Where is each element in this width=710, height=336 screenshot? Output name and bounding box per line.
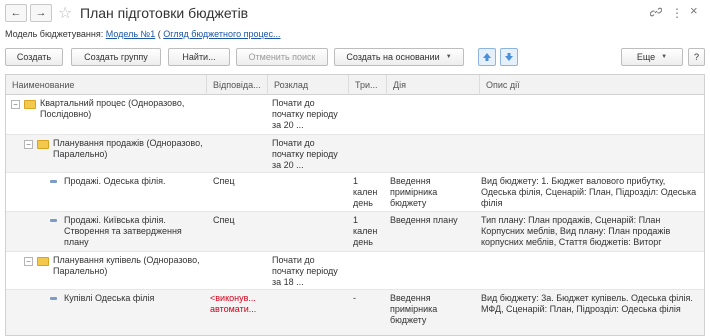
budget-plan-table: Наименование Відповіда... Розклад Три...…: [5, 74, 705, 336]
table-row[interactable]: − Планування купівель (Одноразово, Парал…: [6, 252, 704, 290]
close-icon[interactable]: ×: [690, 3, 698, 18]
row-action: Введення примірника бюджету: [390, 176, 438, 208]
collapse-icon[interactable]: −: [11, 100, 20, 109]
row-name: Планування продажів (Одноразово, Паралел…: [53, 138, 203, 159]
row-schedule: Почати до початку періоду за 20 ...: [272, 138, 338, 170]
forward-arrow-icon: →: [35, 7, 47, 19]
row-schedule: Почати до початку періоду за 20 ...: [272, 98, 338, 130]
paren-open: (: [157, 29, 161, 39]
column-header-schedule[interactable]: Розклад: [268, 75, 349, 95]
budget-process-overview-link[interactable]: Огляд бюджетного процес...: [163, 29, 280, 39]
row-description: Тип плану: План продажів, Сценарій: План…: [481, 215, 671, 247]
table-row[interactable]: − Квартальний процес (Одноразово, Послід…: [6, 95, 704, 135]
table-row[interactable]: − Планування продажів (Одноразово, Парал…: [6, 135, 704, 173]
row-action: Введення примірника бюджету: [390, 293, 438, 325]
page-title: План підготовки бюджетів: [80, 5, 249, 21]
table-row[interactable]: Продажі. Київська філія. Створення та за…: [6, 212, 704, 252]
model-link[interactable]: Модель №1: [106, 29, 155, 39]
cancel-search-button[interactable]: Отменить поиск: [236, 48, 328, 66]
create-label: Создать: [16, 52, 52, 62]
create-group-label: Создать группу: [84, 52, 148, 62]
table-row[interactable]: Купівлі Одеська філія <виконув... автома…: [6, 290, 704, 335]
arrow-up-icon: [483, 53, 491, 61]
forward-button[interactable]: →: [30, 4, 52, 22]
row-action: Введення плану: [390, 215, 458, 225]
column-header-duration[interactable]: Три...: [349, 75, 387, 95]
folder-icon: [37, 257, 49, 266]
dropdown-arrow-icon: ▼: [661, 54, 668, 60]
row-name: Купівлі Одеська філія: [64, 293, 155, 303]
more-button[interactable]: Еще ▼: [621, 48, 683, 66]
row-duration: 1 кален день: [353, 176, 378, 208]
row-name: Продажі. Київська філія. Створення та за…: [64, 215, 182, 247]
folder-icon: [24, 100, 36, 109]
row-name: Продажі. Одеська філія.: [64, 176, 166, 186]
collapse-icon[interactable]: −: [24, 140, 33, 149]
row-responsible: Спец: [213, 215, 235, 225]
item-icon: [50, 219, 57, 222]
row-responsible: <виконув... автомати...: [210, 293, 257, 314]
table-header: Наименование Відповіда... Розклад Три...…: [6, 75, 704, 95]
item-icon: [50, 180, 57, 183]
folder-icon: [37, 140, 49, 149]
collapse-icon[interactable]: −: [24, 257, 33, 266]
find-button[interactable]: Найти...: [168, 48, 230, 66]
help-button[interactable]: ?: [688, 48, 705, 66]
move-up-button[interactable]: [478, 48, 496, 66]
row-responsible: Спец: [213, 176, 235, 186]
more-menu-icon[interactable]: ⋮: [671, 6, 683, 20]
column-header-name[interactable]: Наименование: [6, 75, 207, 95]
create-group-button[interactable]: Создать группу: [71, 48, 161, 66]
model-line: Модель бюджетування: Модель №1 ( Огляд б…: [5, 29, 281, 39]
item-icon: [50, 297, 57, 300]
dropdown-arrow-icon: ▼: [445, 54, 452, 60]
link-icon[interactable]: [649, 6, 663, 21]
title-bar: ← → ☆ План підготовки бюджетів ⋮ ×: [0, 0, 710, 26]
row-name: Квартальний процес (Одноразово, Послідов…: [40, 98, 185, 119]
column-header-action[interactable]: Дія: [387, 75, 480, 95]
more-label: Еще: [636, 52, 656, 62]
row-name: Планування купівель (Одноразово, Паралел…: [53, 255, 200, 276]
cancel-search-label: Отменить поиск: [248, 52, 316, 62]
table-row[interactable]: Продажі. Одеська філія. Спец 1 кален ден…: [6, 173, 704, 212]
column-header-responsible[interactable]: Відповіда...: [207, 75, 268, 95]
row-schedule: Почати до початку періоду за 18 ...: [272, 255, 338, 287]
create-based-on-label: Создать на основании: [346, 52, 440, 62]
create-based-on-button[interactable]: Создать на основании ▼: [334, 48, 464, 66]
arrow-down-icon: [505, 53, 513, 61]
find-label: Найти...: [182, 52, 216, 62]
create-button[interactable]: Создать: [5, 48, 63, 66]
move-down-button[interactable]: [500, 48, 518, 66]
model-label: Модель бюджетування:: [5, 29, 104, 39]
back-button[interactable]: ←: [5, 4, 27, 22]
row-description: Вид бюджету: 3а. Бюджет купівель. Одеськ…: [481, 293, 693, 314]
column-header-action-description[interactable]: Опис дії: [480, 75, 704, 95]
row-description: Вид бюджету: 1. Бюджет валового прибутку…: [481, 176, 697, 208]
favorite-star-icon[interactable]: ☆: [58, 3, 72, 23]
back-arrow-icon: ←: [10, 7, 22, 19]
row-duration: 1 кален день: [353, 215, 378, 247]
row-duration: -: [353, 293, 356, 303]
help-label: ?: [693, 52, 699, 62]
